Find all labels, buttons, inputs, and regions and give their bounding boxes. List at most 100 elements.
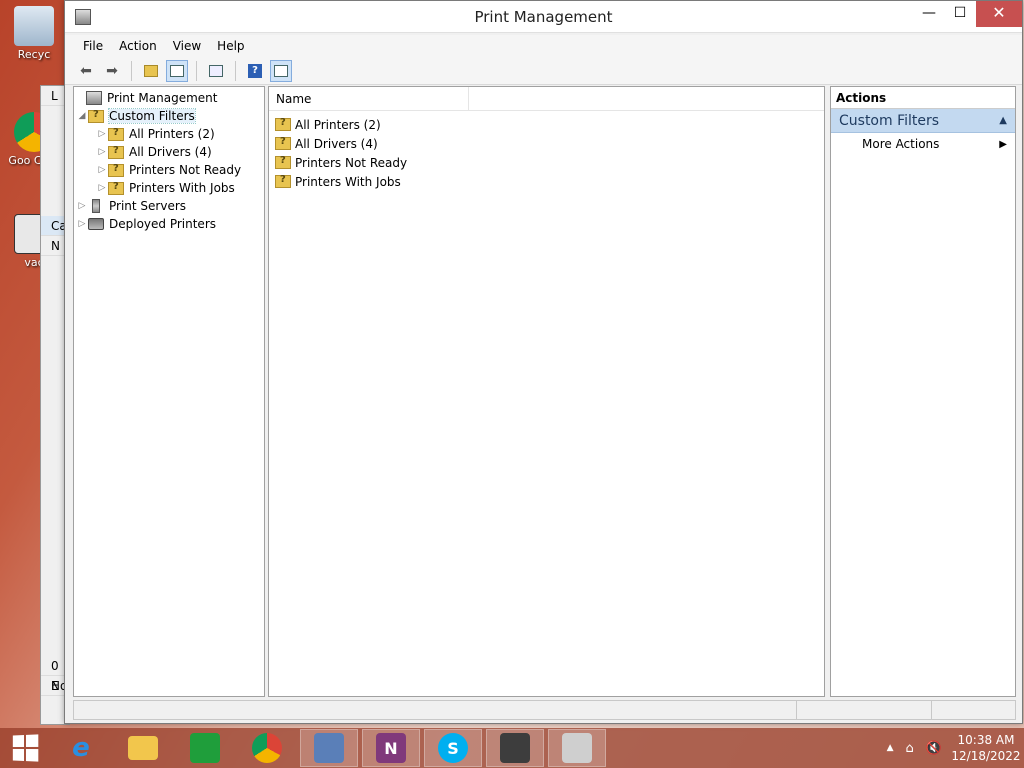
clock[interactable]: 10:38 AM 12/18/2022 <box>948 732 1024 764</box>
internet-explorer-icon: e <box>72 733 90 763</box>
expand-arrow-icon[interactable]: ▷ <box>96 183 108 193</box>
actions-group-label: Custom Filters <box>839 112 940 129</box>
server-icon <box>88 199 104 213</box>
forward-arrow-icon[interactable]: ➡ <box>101 60 123 82</box>
taskbar-skype[interactable]: S <box>424 729 482 767</box>
list-item-label: Printers Not Ready <box>295 155 408 170</box>
taskbar: e N S ▲ ⌂ 🔇 10:38 AM 12/18/2022 <box>0 728 1024 768</box>
back-arrow-icon[interactable]: ⬅ <box>75 60 97 82</box>
filter-folder-icon <box>275 136 291 150</box>
taskbar-chrome[interactable] <box>238 729 296 767</box>
taskbar-internet-explorer[interactable]: e <box>52 729 110 767</box>
show-hide-console-tree-icon[interactable] <box>166 59 188 82</box>
windows-logo-icon <box>12 734 39 762</box>
filter-folder-icon <box>275 174 291 188</box>
tree-item-all-printers[interactable]: ▷ All Printers (2) <box>74 125 264 143</box>
export-list-icon[interactable] <box>205 60 227 82</box>
expand-arrow-icon[interactable]: ▷ <box>76 201 88 211</box>
volume-muted-icon[interactable]: 🔇 <box>926 741 942 756</box>
help-icon[interactable]: ? <box>244 60 266 82</box>
network-icon[interactable]: ⌂ <box>906 741 914 756</box>
expand-arrow-icon[interactable]: ▷ <box>96 129 108 139</box>
taskbar-onenote[interactable]: N <box>362 729 420 767</box>
more-actions-label: More Actions <box>862 137 940 151</box>
system-tray: ▲ ⌂ 🔇 10:38 AM 12/18/2022 <box>881 728 1024 768</box>
print-management-icon <box>86 91 102 105</box>
list-item-label: All Drivers (4) <box>295 136 378 151</box>
tree-item-printers-not-ready[interactable]: ▷ Printers Not Ready <box>74 161 264 179</box>
tree-item-all-drivers[interactable]: ▷ All Drivers (4) <box>74 143 264 161</box>
actions-group-custom-filters[interactable]: Custom Filters ▲ <box>831 109 1015 133</box>
filter-folder-icon <box>275 117 291 131</box>
actions-pane: Actions Custom Filters ▲ More Actions ▶ <box>830 86 1016 697</box>
printer-icon <box>88 217 104 231</box>
desktop-icon-recycle-bin[interactable]: Recyc <box>4 6 64 61</box>
file-explorer-icon <box>128 736 158 760</box>
menu-action[interactable]: Action <box>111 39 165 53</box>
window-title: Print Management <box>474 8 613 26</box>
up-folder-icon[interactable] <box>140 60 162 82</box>
maximize-button[interactable]: ☐ <box>946 1 974 27</box>
more-actions-item[interactable]: More Actions ▶ <box>831 133 1015 155</box>
list-item[interactable]: All Drivers (4) <box>269 134 824 153</box>
store-icon <box>190 733 220 763</box>
expand-arrow-icon[interactable]: ▷ <box>96 147 108 157</box>
console-tree: Print Management ◢ Custom Filters ▷ All … <box>73 86 265 697</box>
clock-time: 10:38 AM <box>957 733 1015 747</box>
taskbar-print-management[interactable] <box>548 729 606 767</box>
filter-folder-icon <box>275 155 291 169</box>
tree-item-printers-with-jobs[interactable]: ▷ Printers With Jobs <box>74 179 264 197</box>
list-item-label: Printers With Jobs <box>295 174 401 189</box>
tree-item-label: Print Management <box>107 91 218 105</box>
onenote-icon: N <box>376 733 406 763</box>
collapse-arrow-icon[interactable]: ◢ <box>76 111 88 121</box>
menu-help[interactable]: Help <box>209 39 252 53</box>
lock-app-icon <box>500 733 530 763</box>
menu-view[interactable]: View <box>165 39 209 53</box>
taskbar-app-lock[interactable] <box>486 729 544 767</box>
filter-folder-icon <box>88 109 104 123</box>
toolbar-separator <box>196 60 197 81</box>
tree-item-label: All Printers (2) <box>129 127 215 141</box>
status-bar <box>73 700 1016 720</box>
show-hidden-icons-icon[interactable]: ▲ <box>887 743 894 753</box>
filter-folder-icon <box>108 145 124 159</box>
start-button[interactable] <box>0 728 50 768</box>
list-item[interactable]: Printers With Jobs <box>269 172 824 191</box>
tree-item-label: Custom Filters <box>108 108 196 124</box>
column-header-name[interactable]: Name <box>269 87 469 110</box>
tree-item-label: Printers Not Ready <box>129 163 242 177</box>
taskbar-store[interactable] <box>176 729 234 767</box>
submenu-arrow-icon: ▶ <box>999 138 1007 150</box>
tree-item-print-management[interactable]: Print Management <box>74 89 264 107</box>
tree-item-label: Print Servers <box>109 199 187 213</box>
menu-file[interactable]: File <box>75 39 111 53</box>
desktop-icon-label: Recyc <box>17 48 51 61</box>
expand-arrow-icon[interactable]: ▷ <box>76 219 88 229</box>
title-bar[interactable]: Print Management — ☐ ✕ <box>65 1 1022 33</box>
tree-item-deployed-printers[interactable]: ▷ Deployed Printers <box>74 215 264 233</box>
minimize-button[interactable]: — <box>914 1 944 27</box>
print-management-window: Print Management — ☐ ✕ File Action View … <box>64 0 1023 724</box>
skype-icon: S <box>438 733 468 763</box>
clock-date: 12/18/2022 <box>951 749 1021 763</box>
recycle-bin-icon <box>14 6 54 46</box>
expand-arrow-icon[interactable]: ▷ <box>96 165 108 175</box>
list-item[interactable]: Printers Not Ready <box>269 153 824 172</box>
taskbar-app-chess[interactable] <box>300 729 358 767</box>
tree-item-print-servers[interactable]: ▷ Print Servers <box>74 197 264 215</box>
tree-item-label: All Drivers (4) <box>129 145 212 159</box>
close-button[interactable]: ✕ <box>976 1 1022 27</box>
filter-folder-icon <box>108 163 124 177</box>
list-item[interactable]: All Printers (2) <box>269 115 824 134</box>
collapse-up-icon[interactable]: ▲ <box>999 115 1007 126</box>
menu-bar: File Action View Help <box>65 35 1022 57</box>
status-segment <box>797 701 932 719</box>
list-header: Name <box>269 87 824 111</box>
list-item-label: All Printers (2) <box>295 117 381 132</box>
tree-item-custom-filters[interactable]: ◢ Custom Filters <box>74 107 264 125</box>
show-hide-action-pane-icon[interactable] <box>270 59 292 82</box>
toolbar-separator <box>235 60 236 81</box>
toolbar: ⬅ ➡ ? <box>65 57 1022 85</box>
taskbar-file-explorer[interactable] <box>114 729 172 767</box>
